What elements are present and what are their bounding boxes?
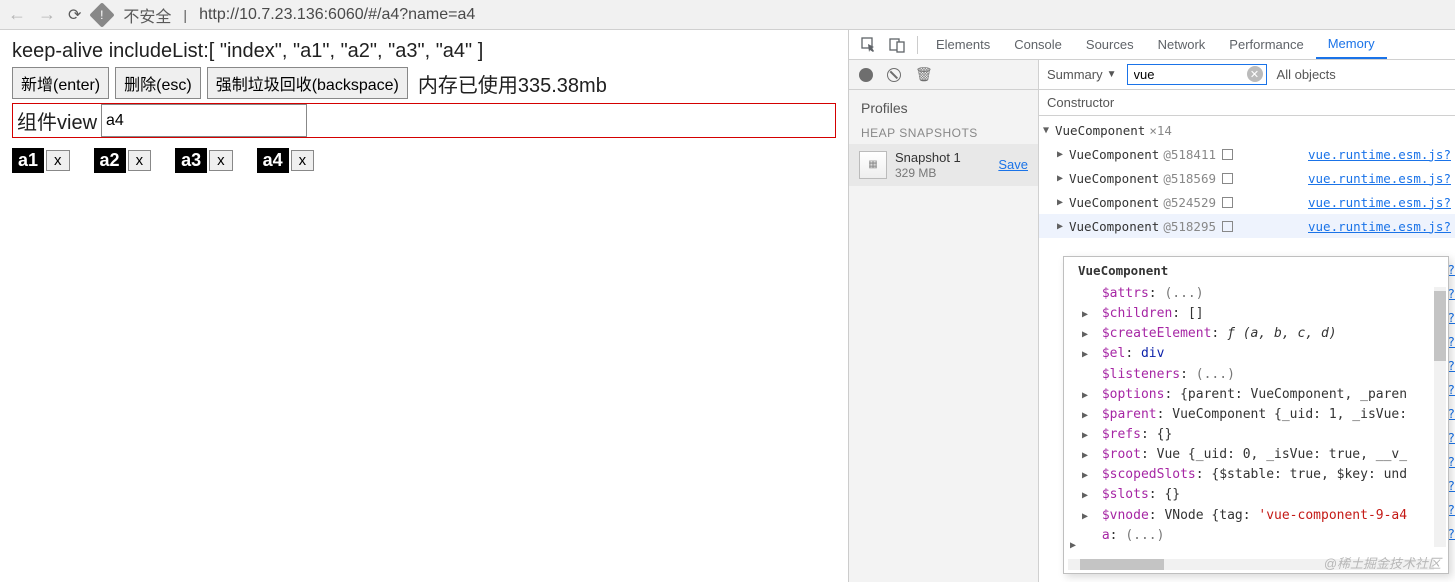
include-list-heading: keep-alive includeList:[ "index", "a1", … [12, 40, 836, 63]
snapshot-item[interactable]: ▦ Snapshot 1 329 MB Save [849, 144, 1038, 186]
devtools-panel: ElementsConsoleSourcesNetworkPerformance… [848, 30, 1455, 582]
detail-vscroll-thumb[interactable] [1434, 291, 1446, 361]
object-property[interactable]: ▶ $slots: {} [1082, 485, 1444, 505]
devtools-tab-console[interactable]: Console [1002, 30, 1074, 59]
tab-close-button[interactable]: x [291, 150, 315, 171]
detail-hscroll-thumb[interactable] [1080, 559, 1164, 570]
clear-filter-icon[interactable]: ✕ [1247, 66, 1263, 82]
source-link[interactable]: vue.runtime.esm.js? [1278, 171, 1451, 186]
component-view-label: 组件view [13, 104, 101, 137]
heap-tree[interactable]: ▼ VueComponent ×14 ▶VueComponent@518411v… [1039, 116, 1455, 582]
profiles-heading: Profiles [849, 90, 1038, 120]
object-property[interactable]: ▶ $vnode: VNode {tag: 'vue-component-9-a… [1082, 506, 1444, 526]
add-button[interactable]: 新增(enter) [12, 67, 109, 99]
trash-icon[interactable]: 🗑 [915, 66, 933, 83]
security-label: 不安全 [123, 3, 171, 27]
snapshot-name: Snapshot 1 [895, 150, 990, 166]
tab-badge: a1 [12, 148, 44, 173]
object-property[interactable]: $listeners: (...) [1082, 365, 1444, 385]
inspect-icon[interactable] [855, 37, 883, 53]
page-content: keep-alive includeList:[ "index", "a1", … [0, 30, 848, 582]
tab-badge: a3 [175, 148, 207, 173]
snapshot-save-link[interactable]: Save [998, 157, 1028, 172]
devtools-tab-sources[interactable]: Sources [1074, 30, 1146, 59]
summary-dropdown[interactable]: Summary ▼ [1047, 67, 1117, 82]
expand-icon[interactable]: ▶ [1070, 540, 1076, 551]
tab-a3[interactable]: a3x [175, 148, 233, 173]
tab-close-button[interactable]: x [209, 150, 233, 171]
expand-icon[interactable]: ▼ [1043, 125, 1055, 136]
devtools-tab-memory[interactable]: Memory [1316, 30, 1387, 59]
tab-badge: a4 [257, 148, 289, 173]
address-url[interactable]: http://10.7.23.136:6060/#/a4?name=a4 [199, 6, 475, 24]
expand-icon[interactable]: ▶ [1057, 149, 1069, 160]
record-icon[interactable] [859, 68, 873, 82]
element-ref-icon[interactable] [1222, 149, 1233, 160]
devtools-tab-network[interactable]: Network [1146, 30, 1218, 59]
memory-usage: 内存已使用335.38mb [418, 69, 607, 98]
source-link[interactable]: vue.runtime.esm.js? [1278, 195, 1451, 210]
profiles-sidebar: 🗑 Profiles HEAP SNAPSHOTS ▦ Snapshot 1 3… [849, 60, 1039, 582]
snapshot-size: 329 MB [895, 166, 990, 180]
back-icon[interactable]: ← [8, 4, 26, 25]
forward-icon[interactable]: → [38, 4, 56, 25]
devtools-tab-performance[interactable]: Performance [1217, 30, 1315, 59]
gc-button[interactable]: 强制垃圾回收(backspace) [207, 67, 408, 99]
object-property[interactable]: ▶ $options: {parent: VueComponent, _pare… [1082, 385, 1444, 405]
constructor-group-row[interactable]: ▼ VueComponent ×14 [1039, 118, 1455, 142]
delete-button[interactable]: 删除(esc) [115, 67, 201, 99]
source-link[interactable]: vue.runtime.esm.js? [1278, 147, 1451, 162]
object-property[interactable]: ▶ $createElement: ƒ (a, b, c, d) [1082, 324, 1444, 344]
expand-icon[interactable]: ▶ [1057, 173, 1069, 184]
heap-row[interactable]: ▶VueComponent@518569vue.runtime.esm.js? [1039, 166, 1455, 190]
device-toggle-icon[interactable] [883, 37, 911, 53]
devtools-tabbar: ElementsConsoleSourcesNetworkPerformance… [849, 30, 1455, 60]
chevron-down-icon: ▼ [1107, 69, 1117, 80]
object-property[interactable]: ▶ $el: div [1082, 344, 1444, 364]
object-property[interactable]: ▶ $root: Vue {_uid: 0, _isVue: true, __v… [1082, 445, 1444, 465]
object-property[interactable]: $attrs: (...) [1082, 284, 1444, 304]
security-warning-icon: ! [90, 2, 115, 27]
element-ref-icon[interactable] [1222, 197, 1233, 208]
devtools-tab-elements[interactable]: Elements [924, 30, 1002, 59]
expand-icon[interactable]: ▶ [1057, 221, 1069, 232]
heap-row[interactable]: ▶VueComponent@524529vue.runtime.esm.js? [1039, 190, 1455, 214]
object-property[interactable]: ▶ $scopedSlots: {$stable: true, $key: un… [1082, 465, 1444, 485]
tab-a1[interactable]: a1x [12, 148, 70, 173]
object-property[interactable]: ▶ $children: [] [1082, 304, 1444, 324]
tab-badge: a2 [94, 148, 126, 173]
element-ref-icon[interactable] [1222, 221, 1233, 232]
element-ref-icon[interactable] [1222, 173, 1233, 184]
tab-a4[interactable]: a4x [257, 148, 315, 173]
component-view-row: 组件view [12, 103, 836, 138]
object-property[interactable]: ▶ $refs: {} [1082, 425, 1444, 445]
source-link[interactable]: vue.runtime.esm.js? [1278, 219, 1451, 234]
reload-icon[interactable]: ⟳ [68, 5, 81, 25]
component-view-input[interactable] [101, 104, 307, 137]
class-filter-input[interactable] [1127, 64, 1267, 85]
snapshot-icon: ▦ [859, 151, 887, 179]
object-property[interactable]: a: (...) [1082, 526, 1444, 546]
heap-row[interactable]: ▶VueComponent@518411vue.runtime.esm.js? [1039, 142, 1455, 166]
browser-toolbar: ← → ⟳ ! 不安全 | http://10.7.23.136:6060/#/… [0, 0, 1455, 30]
all-objects-dropdown[interactable]: All objects [1277, 67, 1336, 82]
detail-title: VueComponent [1064, 257, 1448, 284]
heap-row[interactable]: ▶VueComponent@518295vue.runtime.esm.js? [1039, 214, 1455, 238]
object-detail-popover: VueComponent $attrs: (...)▶ $children: [… [1063, 256, 1449, 574]
object-property[interactable]: ▶ $parent: VueComponent {_uid: 1, _isVue… [1082, 405, 1444, 425]
expand-icon[interactable]: ▶ [1057, 197, 1069, 208]
clear-icon[interactable] [887, 68, 901, 82]
tab-a2[interactable]: a2x [94, 148, 152, 173]
tab-close-button[interactable]: x [46, 150, 70, 171]
heap-snapshots-label: HEAP SNAPSHOTS [849, 120, 1038, 144]
constructor-column-header[interactable]: Constructor [1039, 90, 1455, 116]
watermark: @稀土掘金技术社区 [1324, 553, 1441, 572]
tab-close-button[interactable]: x [128, 150, 152, 171]
